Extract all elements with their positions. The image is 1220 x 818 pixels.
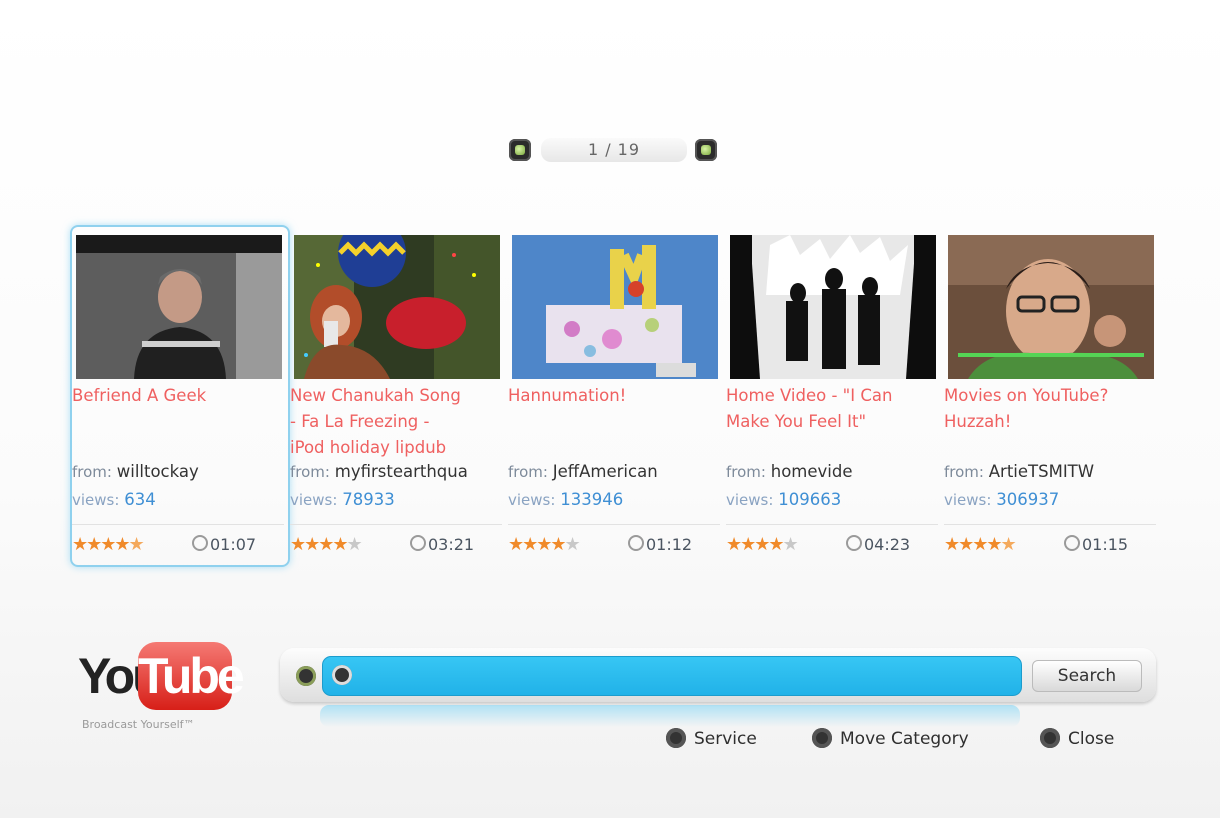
keyboard-button-icon[interactable]	[296, 666, 316, 686]
search-reflection	[320, 705, 1020, 727]
duration: 01:15	[1064, 535, 1128, 554]
youtube-logo: You Tube Broadcast Yourself™	[74, 640, 245, 738]
previous-page-button[interactable]	[509, 139, 531, 161]
uploader-name: willtockay	[116, 462, 199, 481]
uploader-name: myfirstearthqua	[334, 462, 468, 481]
clock-icon	[1064, 535, 1080, 551]
views-label: views:	[508, 491, 556, 509]
from-label: from:	[72, 463, 112, 481]
clock-icon	[628, 535, 644, 551]
close-hint[interactable]: Close	[1040, 728, 1114, 749]
views-label: views:	[726, 491, 774, 509]
views-value: 133946	[560, 490, 624, 509]
video-card[interactable]: Home Video - "I Can Make You Feel It" fr…	[726, 230, 942, 564]
next-page-button[interactable]	[695, 139, 717, 161]
page-indicator: 1 / 19	[541, 138, 687, 162]
divider	[944, 524, 1156, 525]
pagination-bar: 1 / 19	[509, 136, 719, 164]
duration-value: 01:07	[210, 535, 257, 554]
service-hint[interactable]: Service	[666, 728, 757, 749]
uploader: from: myfirstearthqua	[290, 462, 468, 481]
video-thumbnail[interactable]	[294, 235, 500, 379]
duration-value: 03:21	[428, 535, 475, 554]
uploader: from: ArtieTSMITW	[944, 462, 1094, 481]
uploader: from: willtockay	[72, 462, 199, 481]
view-count: views: 634	[72, 490, 156, 509]
view-count: views: 133946	[508, 490, 623, 509]
rating-stars: ★★★★★	[508, 534, 581, 555]
view-count: views: 78933	[290, 490, 395, 509]
video-card[interactable]: Movies on YouTube? Huzzah! from: ArtieTS…	[944, 230, 1160, 564]
uploader-name: ArtieTSMITW	[988, 462, 1095, 481]
rating-stars: ★★★★★	[72, 534, 145, 555]
video-card[interactable]: Befriend A Geek from: willtockay views: …	[70, 225, 290, 567]
duration: 01:07	[192, 535, 256, 554]
views-value: 78933	[342, 490, 395, 509]
search-bar: Search	[280, 648, 1156, 702]
uploader: from: JeffAmerican	[508, 462, 658, 481]
from-label: from:	[726, 463, 766, 481]
duration-value: 01:12	[646, 535, 693, 554]
video-card[interactable]: Hannumation! from: JeffAmerican views: 1…	[508, 230, 724, 564]
move-category-label: Move Category	[840, 729, 969, 749]
video-title: Home Video - "I Can Make You Feel It"	[726, 386, 893, 431]
video-title: Befriend A Geek	[72, 386, 207, 405]
rating-stars: ★★★★★	[290, 534, 363, 555]
logo-tube-text: Tube	[138, 642, 245, 710]
duration: 03:21	[410, 535, 474, 554]
video-thumbnail[interactable]	[948, 235, 1154, 379]
service-label: Service	[694, 729, 757, 749]
video-title: Hannumation!	[508, 386, 627, 405]
uploader: from: homevide	[726, 462, 853, 481]
video-title: New Chanukah Song - Fa La Freezing - iPo…	[290, 386, 461, 457]
move-category-button-icon	[812, 728, 832, 748]
divider	[726, 524, 938, 525]
video-thumbnail[interactable]	[730, 235, 936, 379]
duration: 04:23	[846, 535, 910, 554]
video-thumbnail[interactable]	[76, 235, 282, 379]
clock-icon	[846, 535, 862, 551]
move-category-hint[interactable]: Move Category	[812, 728, 969, 749]
views-label: views:	[290, 491, 338, 509]
video-title: Movies on YouTube? Huzzah!	[944, 386, 1109, 431]
divider	[290, 524, 502, 525]
pointer-icon	[332, 665, 352, 685]
views-value: 109663	[778, 490, 842, 509]
clock-icon	[410, 535, 426, 551]
duration-value: 04:23	[864, 535, 911, 554]
rating-stars: ★★★★★	[726, 534, 799, 555]
divider	[508, 524, 720, 525]
from-label: from:	[290, 463, 330, 481]
views-value: 306937	[996, 490, 1060, 509]
from-label: from:	[944, 463, 984, 481]
search-button[interactable]: Search	[1032, 660, 1142, 692]
logo-tagline: Broadcast Yourself™	[82, 718, 195, 731]
uploader-name: homevide	[770, 462, 853, 481]
view-count: views: 306937	[944, 490, 1059, 509]
views-value: 634	[124, 490, 156, 509]
duration: 01:12	[628, 535, 692, 554]
service-button-icon	[666, 728, 686, 748]
video-card[interactable]: New Chanukah Song - Fa La Freezing - iPo…	[290, 230, 506, 564]
clock-icon	[192, 535, 208, 551]
views-label: views:	[72, 491, 120, 509]
close-button-icon	[1040, 728, 1060, 748]
from-label: from:	[508, 463, 548, 481]
divider	[72, 524, 284, 525]
close-label: Close	[1068, 729, 1115, 749]
video-thumbnail[interactable]	[512, 235, 718, 379]
duration-value: 01:15	[1082, 535, 1129, 554]
views-label: views:	[944, 491, 992, 509]
uploader-name: JeffAmerican	[552, 462, 658, 481]
search-input[interactable]	[322, 656, 1022, 696]
view-count: views: 109663	[726, 490, 841, 509]
rating-stars: ★★★★★	[944, 534, 1017, 555]
